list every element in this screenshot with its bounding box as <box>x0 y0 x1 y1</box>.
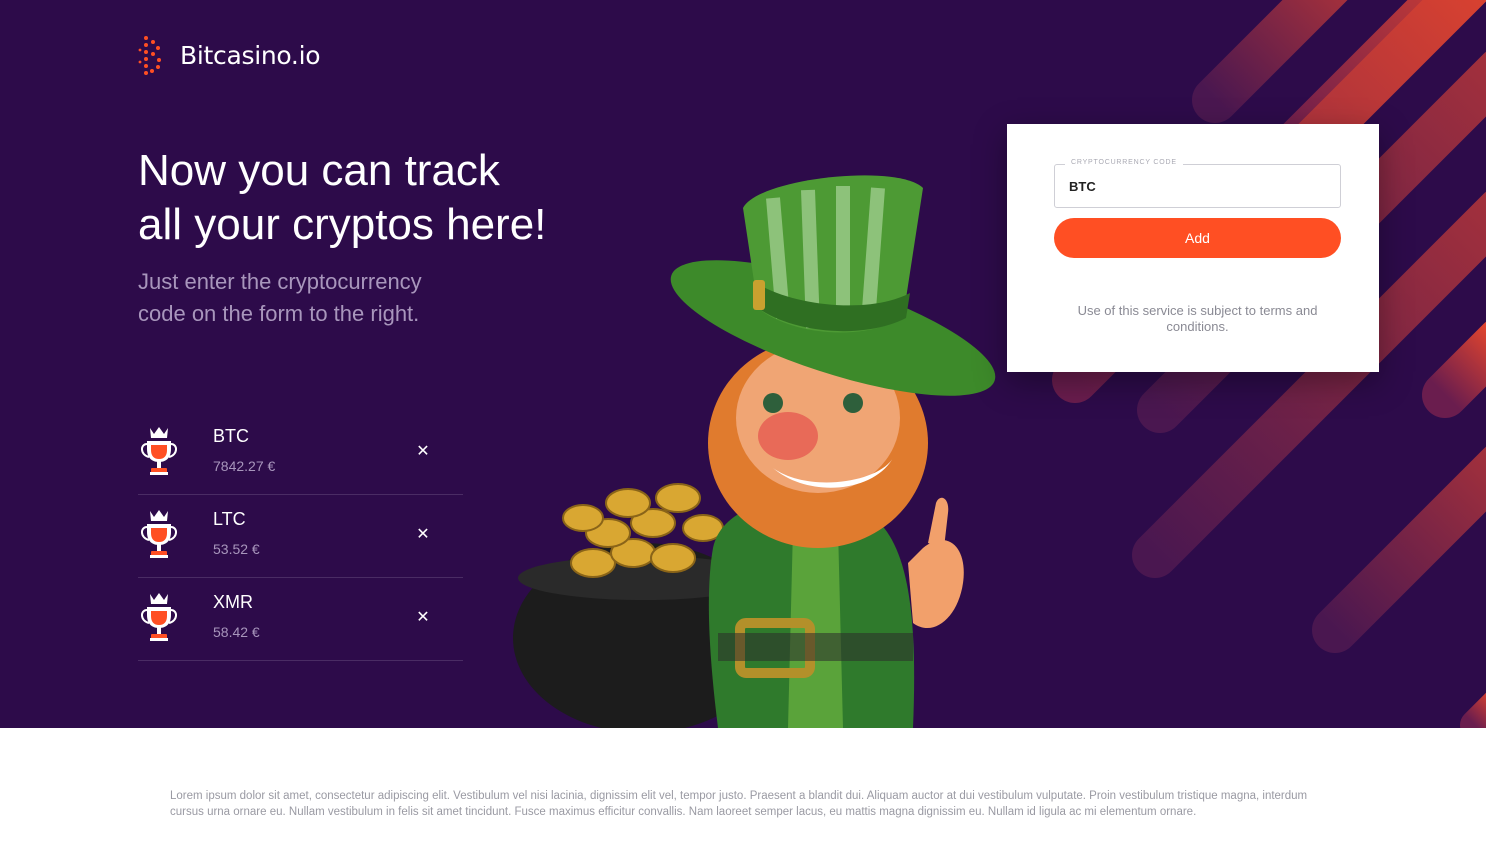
brand-name: Bitcasino.io <box>180 40 321 70</box>
crypto-price: 53.52 € <box>213 541 260 557</box>
bitcasino-logo-icon <box>138 36 161 75</box>
list-item: XMR 58.42 € ✕ <box>138 578 463 661</box>
add-crypto-card: CRYPTOCURRENCY CODE Add Use of this serv… <box>1007 124 1379 372</box>
close-icon[interactable]: ✕ <box>416 609 430 625</box>
tracked-crypto-list: BTC 7842.27 € ✕ LTC 53.52 € ✕ XMR 58.42 … <box>138 412 463 661</box>
crypto-code: BTC <box>213 426 249 446</box>
trophy-icon <box>141 593 177 641</box>
list-item: LTC 53.52 € ✕ <box>138 495 463 578</box>
close-icon[interactable]: ✕ <box>416 443 430 459</box>
leprechaun-mascot-image <box>513 175 996 728</box>
crypto-price: 58.42 € <box>213 624 260 640</box>
footer-text: Lorem ipsum dolor sit amet, consectetur … <box>170 790 1308 818</box>
crypto-code-field: CRYPTOCURRENCY CODE <box>1054 159 1341 208</box>
close-icon[interactable]: ✕ <box>416 526 430 542</box>
crypto-price: 7842.27 € <box>213 458 276 474</box>
list-item: BTC 7842.27 € ✕ <box>138 412 463 495</box>
terms-text: Use of this service is subject to terms … <box>1077 303 1318 334</box>
page-subtitle: Just enter the cryptocurrency code on th… <box>138 269 422 326</box>
trophy-icon <box>141 427 177 475</box>
trophy-icon <box>141 510 177 558</box>
brand-logo[interactable]: Bitcasino.io <box>138 34 321 76</box>
add-button[interactable]: Add <box>1054 218 1341 258</box>
crypto-code-input[interactable] <box>1069 165 1329 207</box>
crypto-code: LTC <box>213 509 246 529</box>
crypto-code: XMR <box>213 592 253 612</box>
